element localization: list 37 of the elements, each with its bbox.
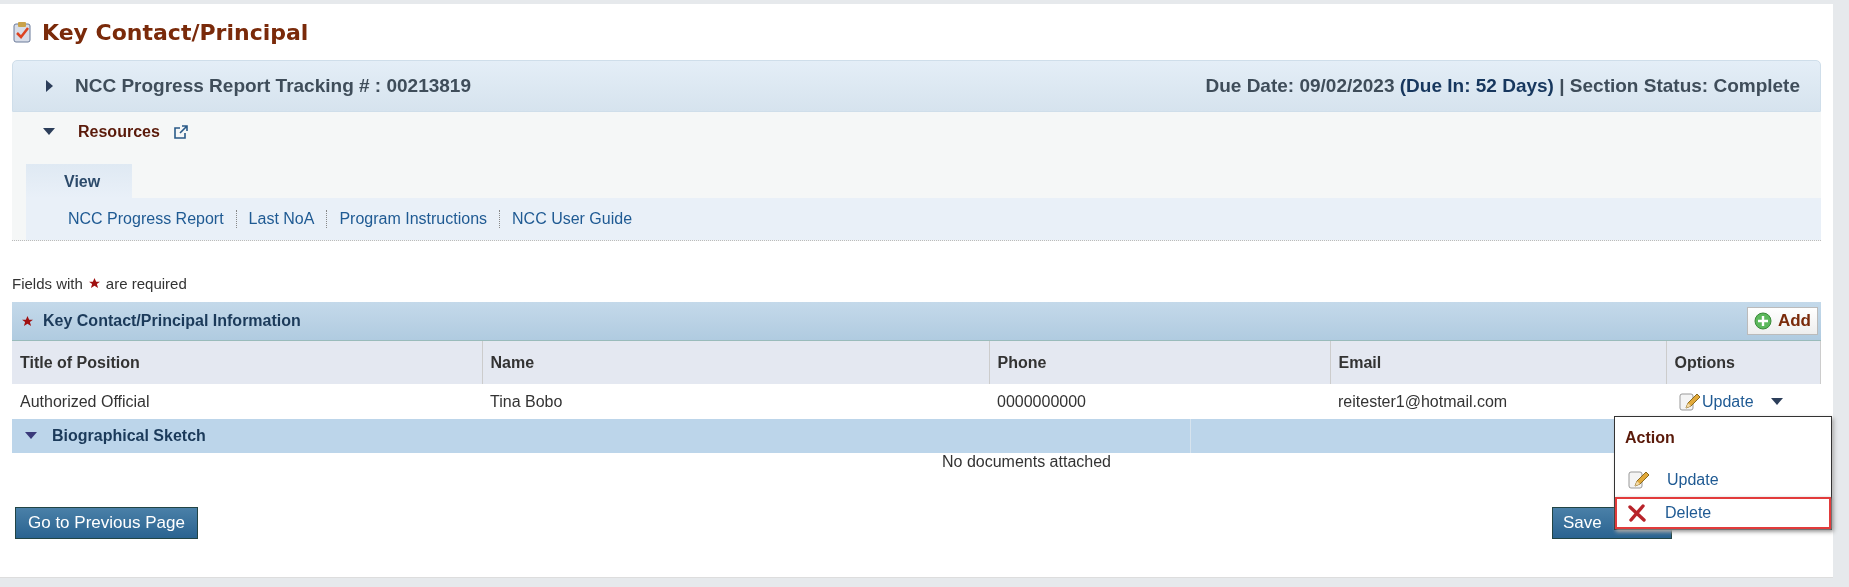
section-title: Key Contact/Principal Information	[43, 312, 301, 330]
required-note: are required	[105, 275, 187, 292]
due-date-status: Due Date: 09/02/2023 (Due In: 52 Days) | Section Status: Complete	[1205, 75, 1800, 97]
resource-link[interactable]: NCC Progress Report	[68, 210, 236, 228]
view-tab[interactable]: View	[26, 164, 133, 198]
required-note: Fields with	[12, 275, 83, 292]
required-star-icon	[88, 278, 100, 289]
section-title: Biographical Sketch	[52, 427, 206, 445]
previous-page-button[interactable]: Go to Previous Page	[15, 507, 198, 539]
menu-item[interactable]: Update	[1615, 463, 1831, 497]
column-header: Title of Position	[12, 341, 482, 384]
x-icon	[1627, 503, 1647, 523]
tracking-number: NCC Progress Report Tracking # : 00213819	[75, 75, 471, 97]
empty-message: No documents attached	[941, 453, 1112, 472]
table-cell: Authorized Official	[12, 384, 482, 419]
plus-icon	[1753, 312, 1772, 330]
pencil-page-icon	[1678, 390, 1700, 413]
external-link-icon[interactable]	[173, 125, 188, 139]
column-header: Phone	[989, 341, 1330, 384]
add-button[interactable]: Add	[1746, 307, 1818, 335]
column-header: Options	[1666, 341, 1821, 384]
menu-title: Action	[1624, 428, 1676, 448]
resource-link[interactable]: Last NoA	[235, 210, 327, 228]
resource-link[interactable]: NCC User Guide	[499, 210, 645, 228]
resource-link[interactable]: Program Instructions	[326, 210, 500, 228]
column-header: Email	[1330, 341, 1666, 384]
pencil-page-icon	[1627, 469, 1649, 491]
table-cell: 0000000000	[989, 384, 1330, 419]
menu-item[interactable]: Delete	[1615, 497, 1831, 529]
page-title: Key Contact/Principal	[42, 19, 309, 45]
clipboard-icon	[12, 21, 32, 43]
table-cell: Tina Bobo	[482, 384, 989, 419]
column-header: Name	[482, 341, 989, 384]
resources-title: Resources	[78, 123, 160, 141]
required-star-icon	[22, 315, 33, 327]
update-link[interactable]: Update	[1678, 390, 1754, 413]
table-cell: reitester1@hotmail.com	[1330, 384, 1666, 419]
